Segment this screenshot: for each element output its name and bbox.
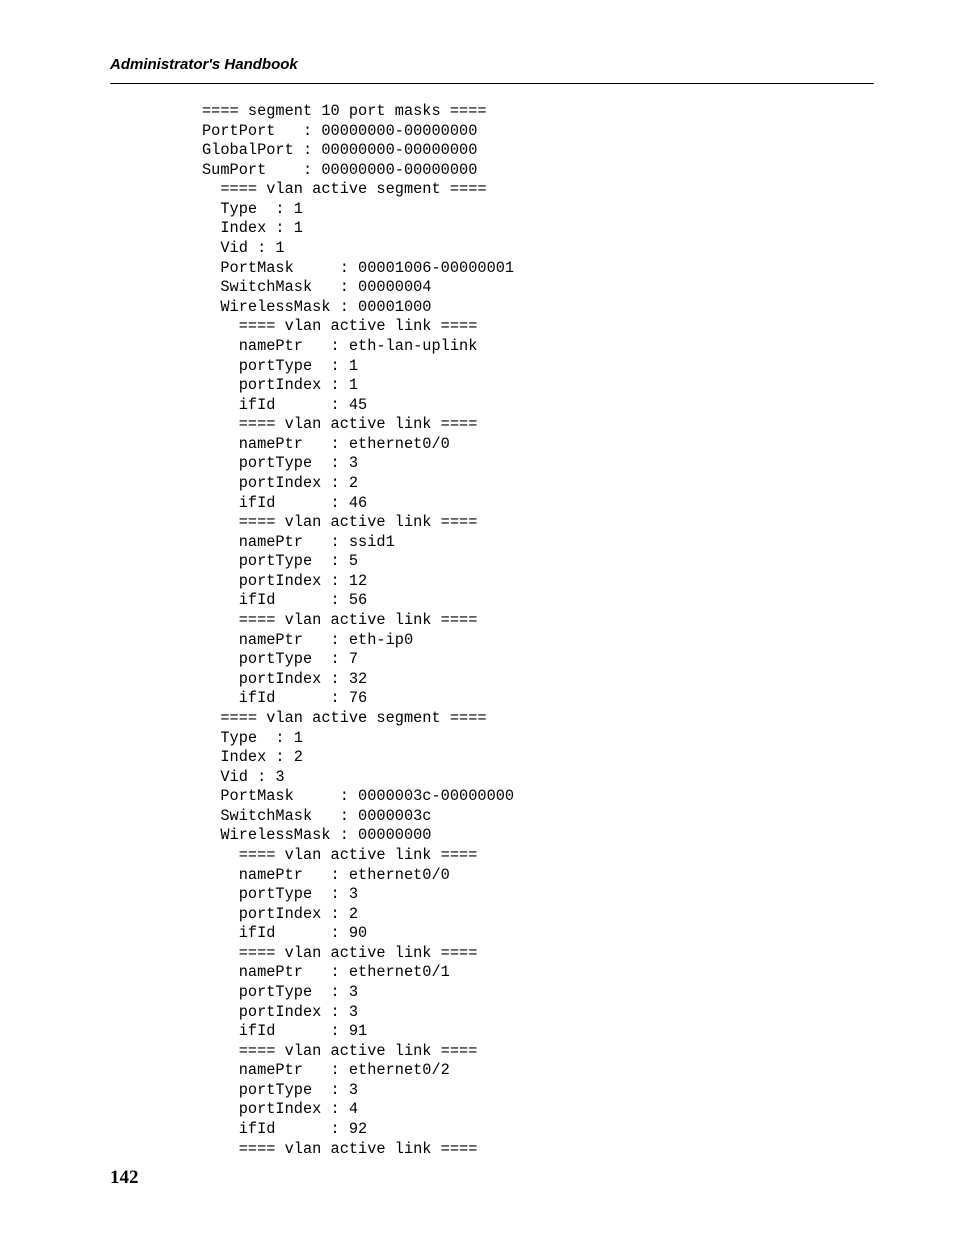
- page-header-title: Administrator's Handbook: [110, 56, 874, 73]
- page-number: 142: [110, 1167, 139, 1189]
- code-block: ==== segment 10 port masks ==== PortPort…: [202, 102, 874, 1159]
- header-rule: [110, 83, 874, 84]
